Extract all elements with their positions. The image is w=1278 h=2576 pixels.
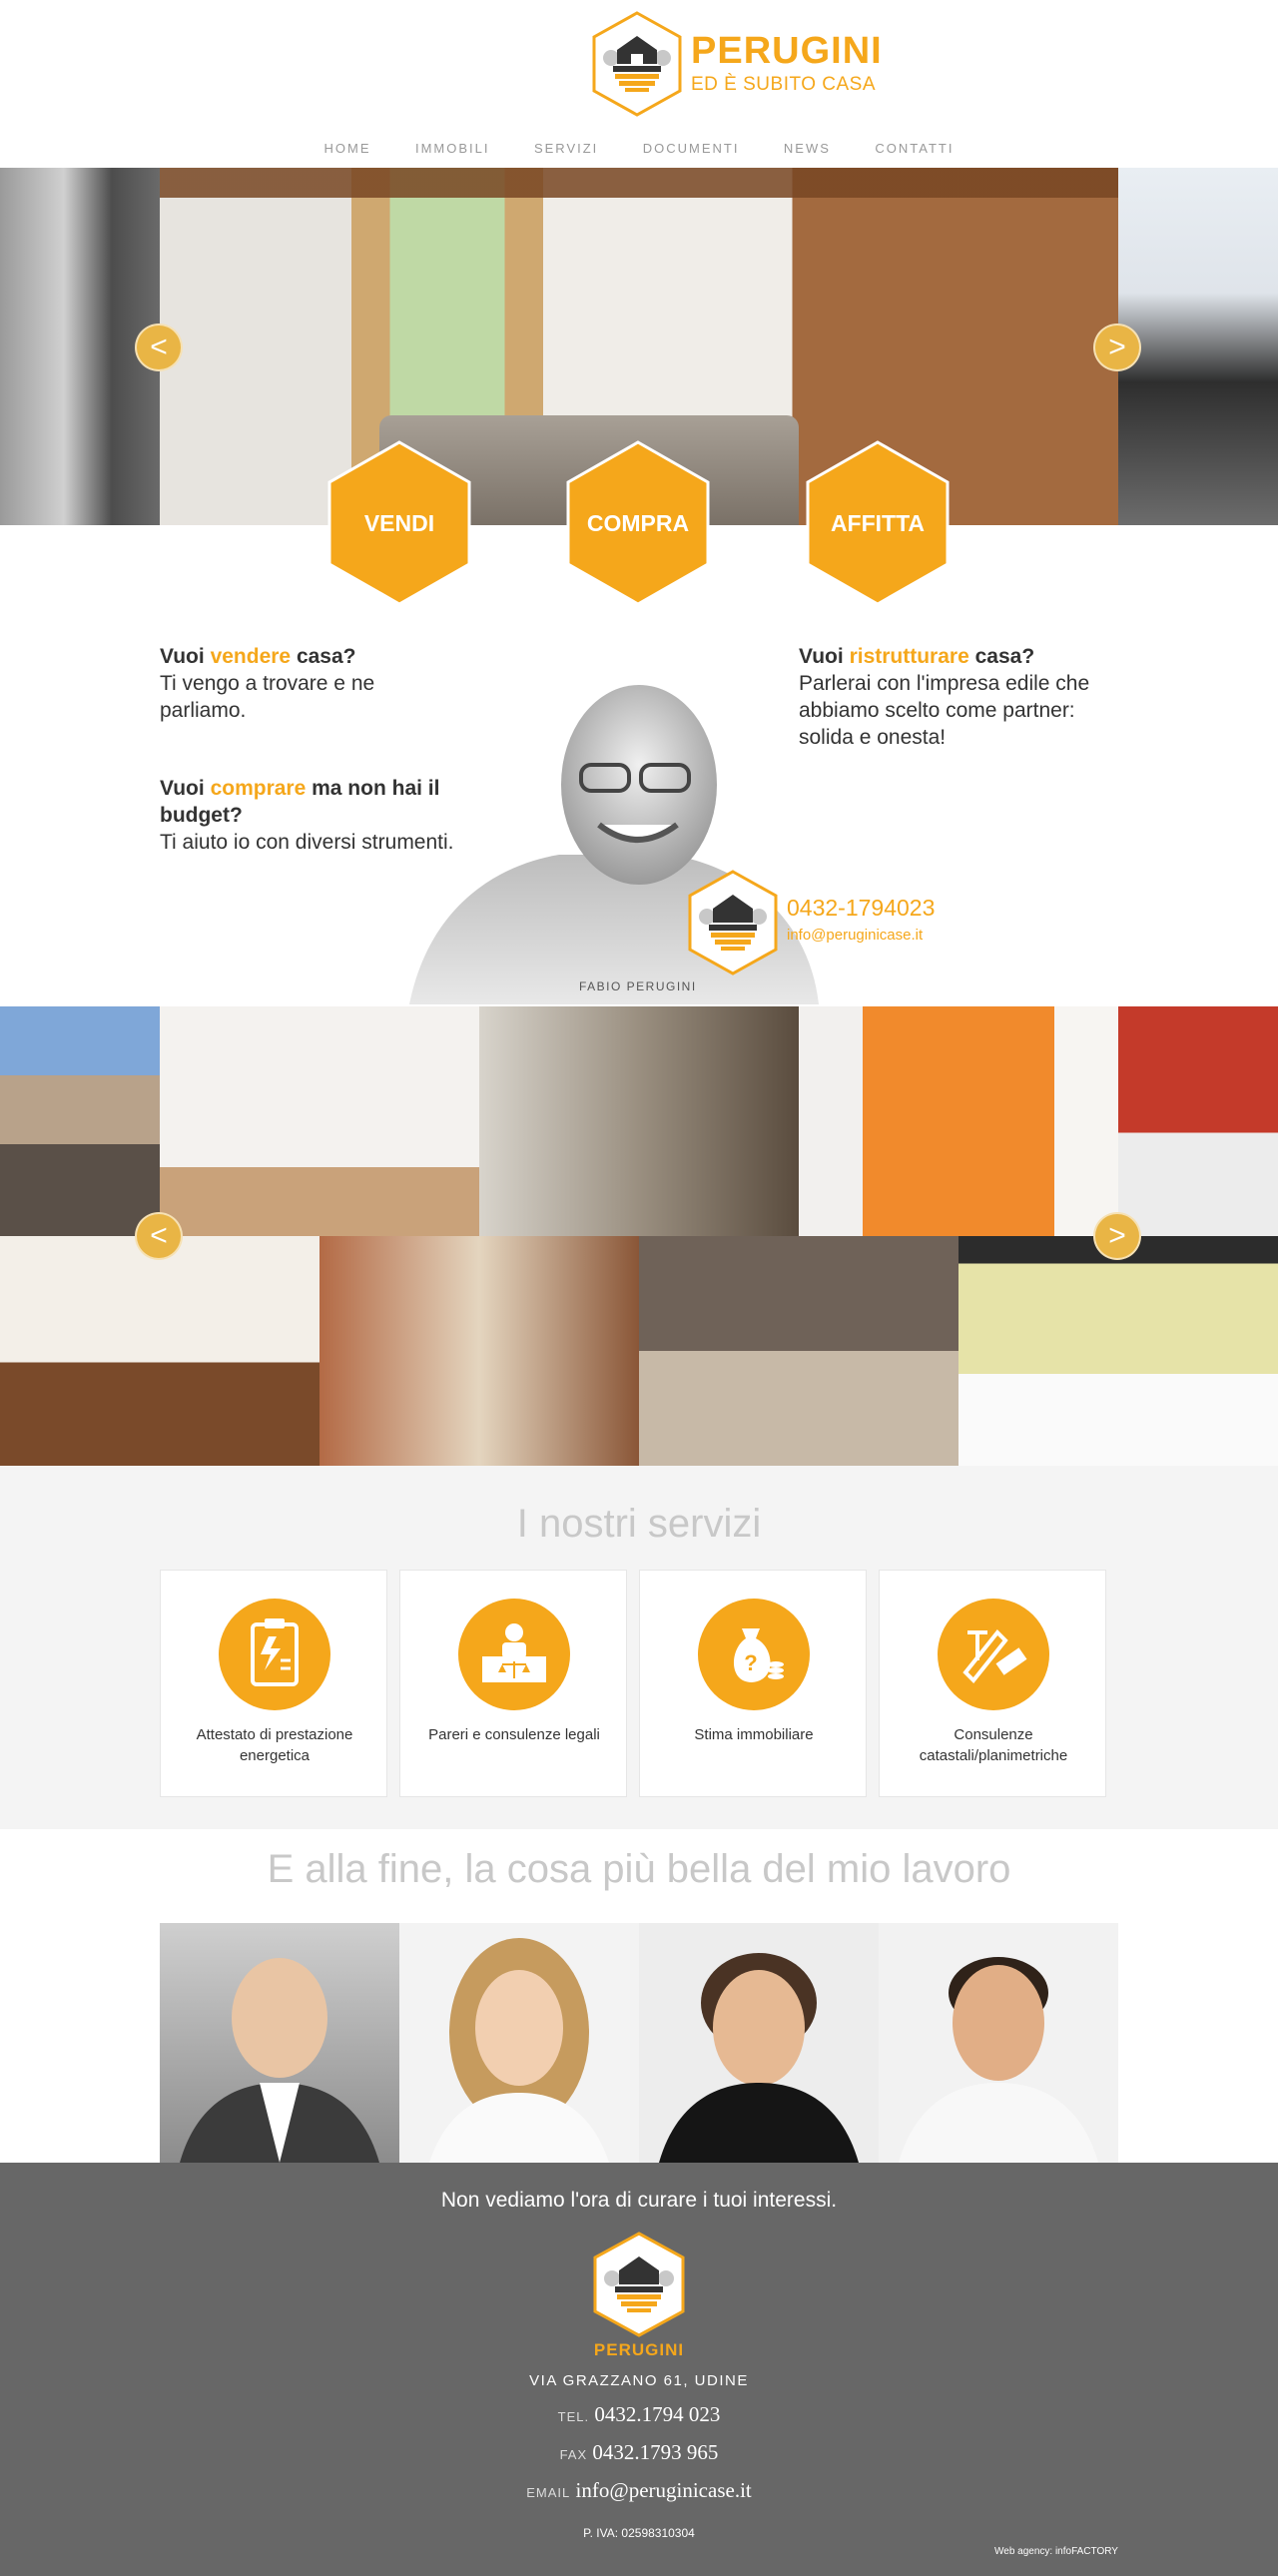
service-label: Stima immobiliare (694, 1726, 814, 1743)
blueprint-tools-icon (962, 1629, 1027, 1683)
money-bag-icon: ? (733, 1628, 784, 1682)
services-title: I nostri servizi (516, 1502, 762, 1546)
service-icon-circle: ? (698, 1599, 810, 1710)
footer-tel-value[interactable]: 0432.1794 023 (594, 2402, 720, 2426)
gallery-next-button[interactable]: > (1093, 1212, 1141, 1260)
intro-renovate: Vuoi ristrutturare casa? Parlerai con l'… (799, 643, 1128, 751)
gallery-photo[interactable] (1118, 1006, 1278, 1236)
intro-sell-highlight: vendere (210, 645, 292, 668)
gallery-photo[interactable] (0, 1006, 160, 1236)
intro-renovate-body: Parlerai con l'impresa edile che abbiamo… (799, 672, 1090, 749)
intro-sell-body: Ti vengo a trovare e ne parliamo. (160, 672, 375, 722)
service-card[interactable]: ? Stima immobiliare (639, 1570, 867, 1797)
gallery-photo[interactable] (799, 1006, 1118, 1236)
cta-affitta-label: AFFITTA (830, 510, 926, 536)
team-photo (399, 1923, 639, 2163)
intro-sell-post: casa? (291, 645, 356, 668)
footer-tel-label: TEL. (557, 2409, 590, 2424)
brand-tagline: ED È SUBITO CASA (691, 74, 877, 95)
gallery-photo[interactable] (0, 1236, 320, 1466)
hero-next-button[interactable]: > (1093, 323, 1141, 371)
service-label: Pareri e consulenze legali (428, 1726, 600, 1743)
service-label: Consulenze catastali/planimetriche (919, 1726, 1068, 1764)
nav-documenti[interactable]: DOCUMENTI (643, 141, 740, 156)
intro-renovate-post: casa? (968, 645, 1035, 668)
intro-buy-highlight: comprare (210, 777, 307, 800)
footer-tel: TEL. 0432.1794 023 (0, 2402, 1278, 2427)
house-logo-icon (593, 2232, 685, 2337)
svg-text:?: ? (744, 1650, 757, 1675)
footer-brand: PERUGINI (593, 2340, 685, 2359)
services-section: I nostri servizi Attestato di prestazion… (0, 1466, 1278, 1829)
cta-vendi-button[interactable]: VENDI (326, 439, 472, 607)
main-nav: HOME IMMOBILI SERVIZI DOCUMENTI NEWS CON… (0, 140, 1278, 158)
team-photo (160, 1923, 399, 2163)
service-icon-circle (938, 1599, 1049, 1710)
gallery-prev-button[interactable]: < (135, 1212, 183, 1260)
footer-fax-label: FAX (559, 2447, 588, 2462)
property-gallery: < > (0, 1006, 1278, 1466)
person-silhouette (429, 1938, 609, 2163)
footer-fax-value: 0432.1793 965 (592, 2440, 719, 2464)
person-silhouette (899, 1957, 1098, 2163)
legal-desk-icon (482, 1623, 546, 1682)
footer: Non vediamo l'ora di curare i tuoi inter… (0, 2163, 1278, 2576)
footer-vat: P. IVA: 02598310304 (583, 2526, 695, 2540)
intro-renovate-highlight: ristrutturare (849, 645, 969, 668)
footer-fax: FAX 0432.1793 965 (0, 2440, 1278, 2465)
nav-contatti[interactable]: CONTATTI (875, 141, 954, 156)
service-label: Attestato di prestazione energetica (196, 1726, 353, 1764)
cta-compra-button[interactable]: COMPRA (565, 439, 711, 607)
person-silhouette (180, 1958, 379, 2163)
agent-email[interactable]: info@peruginicase.it (787, 927, 923, 944)
footer-address: VIA GRAZZANO 61, UDINE (529, 2372, 749, 2389)
gallery-photo[interactable] (320, 1236, 639, 1466)
service-icon-circle (458, 1599, 570, 1710)
nav-immobili[interactable]: IMMOBILI (415, 141, 490, 156)
service-card[interactable]: Pareri e consulenze legali (399, 1570, 627, 1797)
team-photo (639, 1923, 879, 2163)
nav-home[interactable]: HOME (324, 141, 371, 156)
cta-vendi-label: VENDI (363, 510, 435, 536)
person-silhouette (659, 1953, 859, 2163)
cta-compra-label: COMPRA (586, 510, 690, 536)
hero-prev-button[interactable]: < (135, 323, 183, 371)
agent-name: FABIO PERUGINI (579, 979, 697, 993)
service-card[interactable]: Consulenze catastali/planimetriche (879, 1570, 1106, 1797)
gallery-photo[interactable] (639, 1236, 958, 1466)
footer-email-value[interactable]: info@peruginicase.it (576, 2478, 752, 2502)
brand-name: PERUGINI (691, 30, 883, 72)
nav-servizi[interactable]: SERVIZI (534, 141, 598, 156)
service-icon-circle (219, 1599, 330, 1710)
footer-email: EMAIL info@peruginicase.it (0, 2478, 1278, 2503)
house-logo-icon (592, 11, 682, 117)
intro-sell-pre: Vuoi (160, 645, 211, 668)
clipboard-energy-icon (251, 1618, 299, 1686)
gallery-photo[interactable] (958, 1236, 1278, 1466)
cta-affitta-button[interactable]: AFFITTA (805, 439, 951, 607)
gallery-photo[interactable] (160, 1006, 479, 1236)
footer-email-label: EMAIL (526, 2485, 571, 2500)
service-card[interactable]: Attestato di prestazione energetica (160, 1570, 387, 1797)
intro-renovate-pre: Vuoi (799, 645, 850, 668)
page: PERUGINI ED È SUBITO CASA HOME IMMOBILI … (0, 0, 1278, 2576)
agent-phone[interactable]: 0432-1794023 (787, 895, 935, 922)
footer-agency-credit[interactable]: Web agency: infoFACTORY (994, 2546, 1118, 2557)
logo[interactable]: PERUGINI ED È SUBITO CASA (591, 10, 921, 120)
gallery-photo[interactable] (479, 1006, 799, 1236)
team-title: E alla fine, la cosa più bella del mio l… (267, 1847, 1011, 1891)
nav-news[interactable]: NEWS (784, 141, 831, 156)
house-logo-icon (688, 870, 778, 975)
hero-slide-next-image (1118, 168, 1278, 525)
intro-sell: Vuoi vendere casa? Ti vengo a trovare e … (160, 643, 439, 724)
footer-slogan: Non vediamo l'ora di curare i tuoi inter… (440, 2189, 838, 2212)
team-photo (879, 1923, 1118, 2163)
intro-buy-pre: Vuoi (160, 777, 211, 800)
